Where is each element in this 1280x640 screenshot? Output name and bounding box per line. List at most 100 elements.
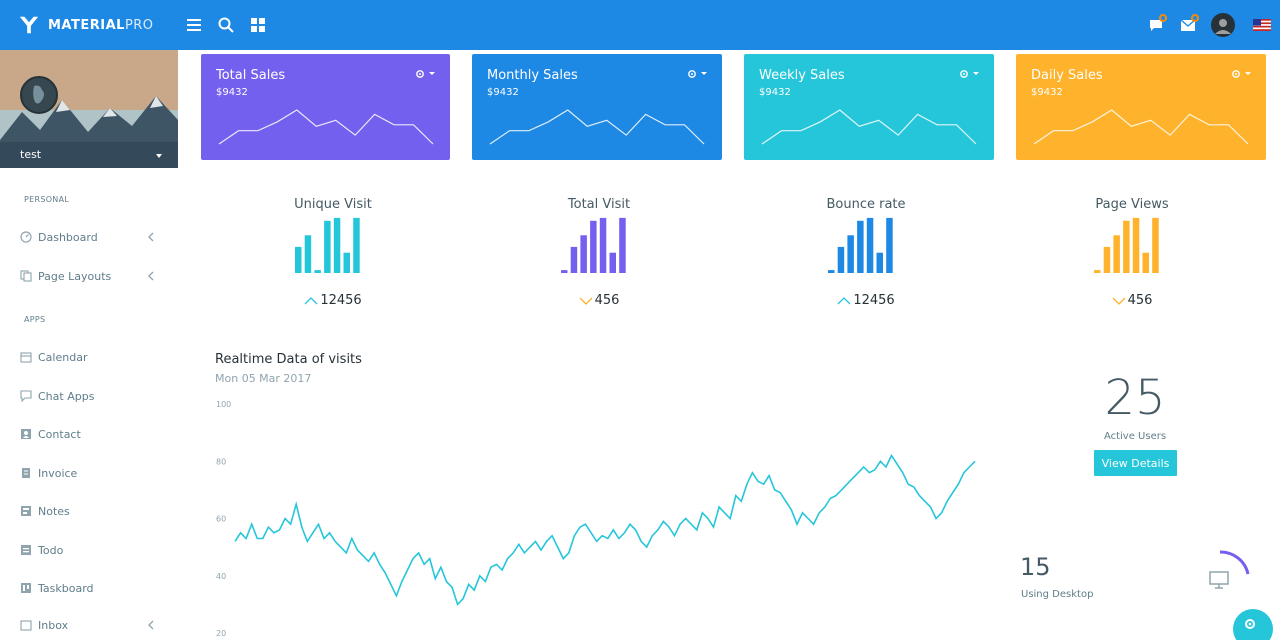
chat-icon: [20, 390, 32, 402]
mini-bar: [295, 246, 302, 273]
gear-icon: [1232, 70, 1240, 78]
stat-number: 456: [1127, 293, 1153, 308]
mini-bar: [619, 217, 626, 273]
profile-avatar[interactable]: [20, 76, 58, 114]
sparkline-chart: [1033, 109, 1249, 145]
sidebar-item-label: Todo: [38, 543, 64, 557]
sidebar-item-label: Dashboard: [38, 230, 98, 244]
brand-name: MATERIALPRO: [48, 17, 154, 33]
settings-menu[interactable]: [687, 69, 708, 79]
mini-bar: [324, 220, 331, 273]
calendar-icon: [20, 352, 32, 363]
caret-down-icon: [701, 72, 707, 75]
mini-bar-chart: [295, 217, 360, 273]
sparkline-chart: [218, 109, 434, 145]
card-daily-sales: Daily Sales $9432: [1016, 54, 1266, 160]
brand[interactable]: MATERIALPRO: [18, 0, 154, 50]
profile-panel: test: [0, 50, 178, 168]
grid-icon[interactable]: [246, 13, 270, 37]
stat-unique-visit: Unique Visit 12456: [213, 195, 453, 315]
mini-bar: [333, 217, 341, 273]
stat-value: 12456: [213, 293, 453, 308]
sidebar-item-todo[interactable]: Todo: [20, 540, 160, 560]
todo-icon: [21, 545, 31, 555]
realtime-series-line: [234, 453, 976, 606]
y-tick-label: 60: [216, 515, 226, 524]
card-value: $9432: [216, 87, 248, 98]
settings-fab[interactable]: [1233, 609, 1273, 640]
stat-total-visit: Total Visit 456: [479, 195, 719, 315]
mini-bar: [1132, 217, 1140, 273]
sidebar-item-inbox[interactable]: Inbox: [20, 615, 160, 635]
sidebar-item-label: Contact: [38, 427, 81, 441]
profile-name[interactable]: test: [20, 148, 41, 161]
search-icon[interactable]: [214, 13, 238, 37]
contact-icon: [21, 429, 31, 439]
mini-bar: [847, 235, 854, 273]
sidebar-item-chat-apps[interactable]: Chat Apps: [20, 386, 160, 406]
sidebar-item-dashboard[interactable]: Dashboard: [20, 227, 160, 247]
topbar: MATERIALPRO: [0, 0, 1280, 50]
desktop-count: 15: [1020, 553, 1051, 581]
sidebar-item-invoice[interactable]: Invoice: [20, 463, 160, 483]
mini-bar: [1113, 235, 1120, 273]
caret-down-icon: [973, 72, 979, 75]
stat-title: Unique Visit: [294, 197, 372, 212]
settings-menu[interactable]: [959, 69, 980, 79]
sidebar-item-calendar[interactable]: Calendar: [20, 347, 160, 367]
sparkline-series: [489, 109, 705, 145]
sparkline-chart: [489, 109, 705, 145]
chevron-left-icon: [148, 232, 154, 242]
mini-bar: [570, 246, 578, 273]
mini-bar: [353, 217, 360, 273]
mail-icon[interactable]: [1176, 13, 1200, 37]
sidebar-item-page-layouts[interactable]: Page Layouts: [20, 266, 160, 286]
arrow-up-icon: [304, 296, 318, 304]
realtime-title: Realtime Data of visits: [215, 352, 362, 367]
stat-title: Bounce rate: [826, 197, 906, 212]
mini-bar: [1152, 217, 1159, 273]
sparkline-chart: [761, 109, 977, 145]
copy-icon: [20, 270, 32, 282]
stat-title: Total Visit: [567, 197, 631, 212]
flag-us-icon[interactable]: [1250, 13, 1274, 37]
sidebar-item-notes[interactable]: Notes: [20, 501, 160, 521]
gear-icon: [416, 70, 424, 78]
card-value: $9432: [1031, 87, 1063, 98]
notification-badge: [1191, 14, 1199, 22]
stat-bounce-rate: Bounce rate 12456: [746, 195, 986, 315]
mini-bar-chart: [561, 217, 626, 273]
stat-number: 12456: [320, 293, 362, 308]
active-users-count: 25: [1104, 370, 1166, 426]
gear-icon: [960, 70, 968, 78]
mini-bar: [304, 235, 312, 273]
sidebar-item-label: Taskboard: [38, 581, 94, 595]
settings-menu[interactable]: [415, 69, 436, 79]
card-title: Daily Sales: [1031, 68, 1103, 83]
desktop-progress-arc: [1219, 550, 1250, 575]
settings-menu[interactable]: [1231, 69, 1252, 79]
view-details-button[interactable]: View Details: [1094, 450, 1177, 476]
mini-bar: [837, 246, 845, 273]
chevron-left-icon: [148, 620, 154, 630]
message-icon[interactable]: [1144, 13, 1168, 37]
avatar[interactable]: [1211, 13, 1235, 37]
y-tick-label: 100: [216, 400, 231, 409]
sidebar-item-taskboard[interactable]: Taskboard: [20, 578, 160, 598]
invoice-icon: [22, 468, 30, 478]
card-title: Monthly Sales: [487, 68, 578, 83]
stat-value: 456: [1012, 293, 1252, 308]
mini-bar-chart: [828, 217, 893, 273]
gear-icon: [1245, 619, 1255, 629]
sidebar-item-contact[interactable]: Contact: [20, 424, 160, 444]
profile-dropdown-caret[interactable]: [156, 154, 162, 158]
mini-bar: [1094, 270, 1101, 273]
notes-icon: [21, 506, 31, 516]
active-users-label: Active Users: [1103, 431, 1167, 442]
menu-icon[interactable]: [182, 13, 206, 37]
mini-bar: [599, 217, 607, 273]
mini-bar-chart: [1094, 217, 1159, 273]
stat-value: 12456: [746, 293, 986, 308]
nav-section-apps: APPS: [24, 315, 46, 324]
sidebar: test PERSONAL Dashboard Page Layouts APP…: [0, 50, 178, 640]
